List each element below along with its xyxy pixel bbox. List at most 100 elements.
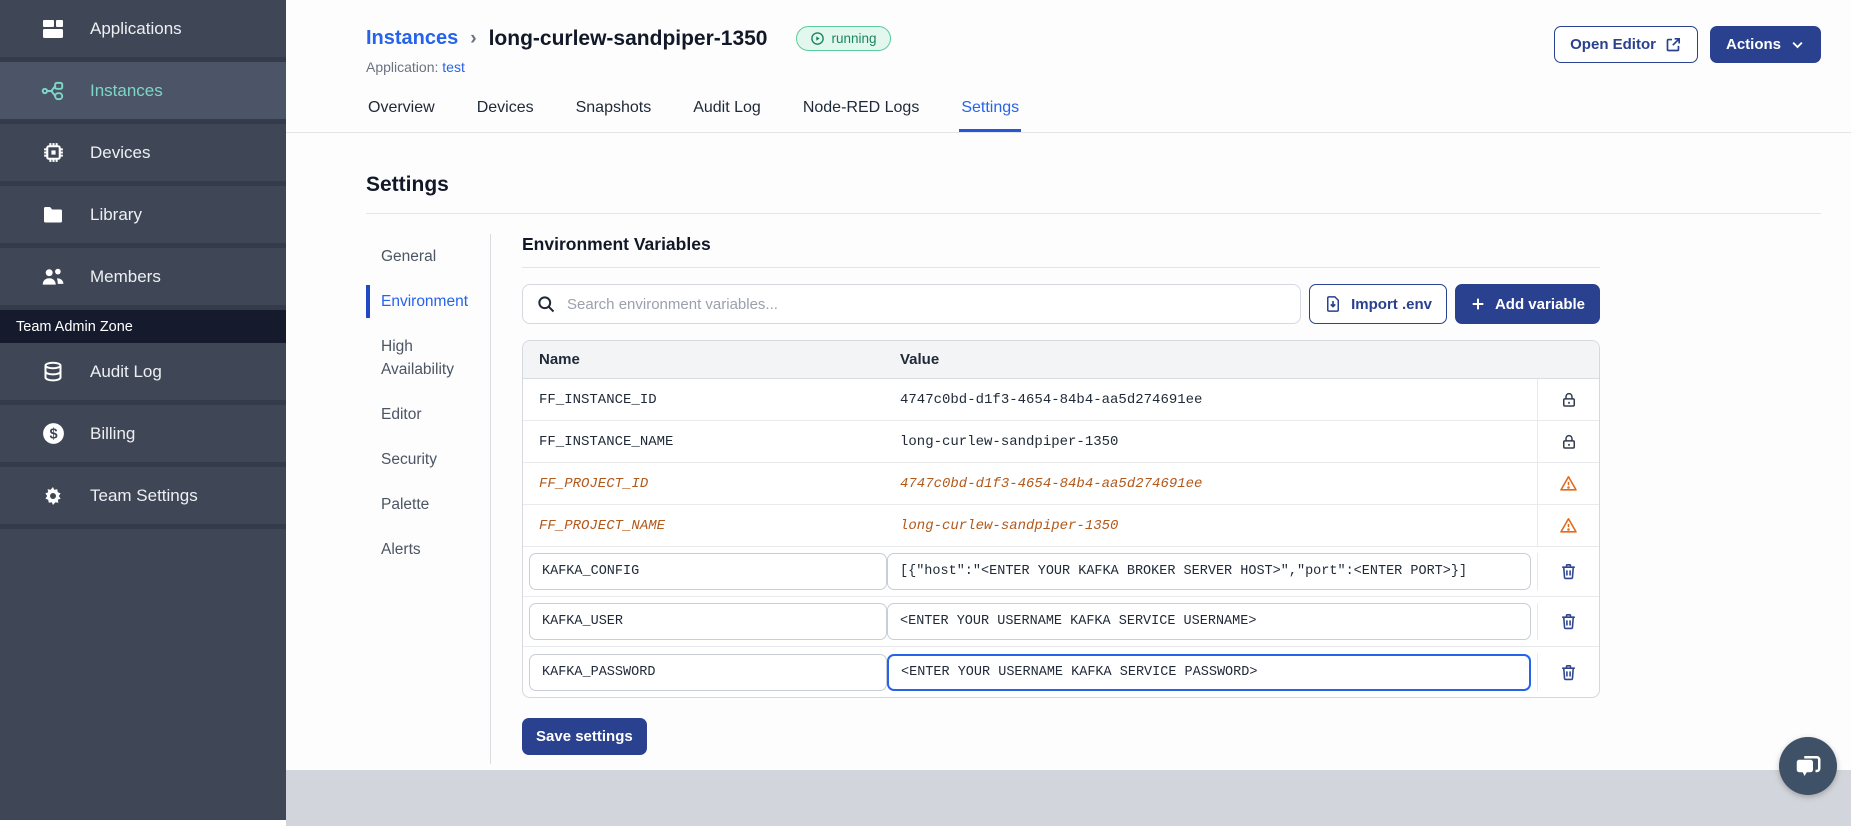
actions-button[interactable]: Actions <box>1709 26 1821 63</box>
chevron-down-icon <box>1792 41 1803 49</box>
lock-icon <box>1562 434 1575 449</box>
tab-devices[interactable]: Devices <box>475 89 536 132</box>
footer-band <box>286 770 1851 826</box>
subnav-item-editor[interactable]: Editor <box>366 392 480 437</box>
environment-toolbar: Import .env Add variable <box>522 284 1600 324</box>
subnav-item-security[interactable]: Security <box>366 437 480 482</box>
sidebar: Applications Instances Devices Library M… <box>0 0 286 820</box>
tab-overview[interactable]: Overview <box>366 89 437 132</box>
sidebar-item-label: Members <box>90 266 161 286</box>
sidebar-item-label: Devices <box>90 142 151 162</box>
env-var-value-input[interactable] <box>887 553 1531 590</box>
import-env-label: Import .env <box>1351 295 1432 313</box>
environment-table: Name Value FF_INSTANCE_ID 4747c0bd-d1f3-… <box>522 340 1600 698</box>
members-icon <box>40 264 66 290</box>
subnav-item-palette[interactable]: Palette <box>366 482 480 527</box>
status-badge-label: running <box>831 31 877 46</box>
status-badge: running <box>795 26 891 51</box>
table-row: FF_INSTANCE_NAME long-curlew-sandpiper-1… <box>523 421 1599 463</box>
delete-variable-button[interactable] <box>1559 562 1578 581</box>
table-row <box>523 597 1599 647</box>
instance-name: long-curlew-sandpiper-1350 <box>488 26 768 50</box>
lock-icon <box>1562 392 1575 407</box>
subnav-item-general[interactable]: General <box>366 234 480 279</box>
sidebar-item-label: Library <box>90 204 142 224</box>
chat-widget-button[interactable] <box>1779 737 1837 795</box>
save-settings-button[interactable]: Save settings <box>522 718 647 755</box>
env-var-name: FF_PROJECT_NAME <box>539 517 666 534</box>
env-var-name: FF_PROJECT_ID <box>539 475 649 492</box>
env-var-value: 4747c0bd-d1f3-4654-84b4-aa5d274691ee <box>900 391 1203 408</box>
tab-settings[interactable]: Settings <box>959 89 1022 132</box>
application-label: Application: <box>366 59 439 75</box>
application-link[interactable]: test <box>442 59 465 75</box>
delete-variable-button[interactable] <box>1559 663 1578 682</box>
subnav-item-environment[interactable]: Environment <box>366 279 480 324</box>
tab-snapshots[interactable]: Snapshots <box>574 89 654 132</box>
subnav-item-alerts[interactable]: Alerts <box>366 527 480 572</box>
sidebar-item-applications[interactable]: Applications <box>0 0 286 62</box>
column-header-name: Name <box>539 351 580 368</box>
sidebar-item-members[interactable]: Members <box>0 248 286 310</box>
subnav-divider <box>490 234 491 764</box>
delete-variable-button[interactable] <box>1559 612 1578 631</box>
env-var-value-input[interactable] <box>887 603 1531 640</box>
open-editor-button[interactable]: Open Editor <box>1554 26 1698 63</box>
library-icon <box>40 202 66 228</box>
environment-panel: Environment Variables Import .env Add va… <box>522 234 1600 755</box>
trash-icon <box>1562 563 1575 580</box>
env-var-value: long-curlew-sandpiper-1350 <box>900 517 1119 534</box>
sidebar-item-team-settings[interactable]: Team Settings <box>0 467 286 529</box>
table-row <box>523 647 1599 697</box>
sidebar-item-label: Billing <box>90 423 136 443</box>
settings-subnav: General Environment High Availability Ed… <box>366 234 480 572</box>
sidebar-item-devices[interactable]: Devices <box>0 124 286 186</box>
env-var-name-input[interactable] <box>529 603 887 640</box>
chat-icon <box>1796 756 1821 776</box>
billing-icon: $ <box>40 421 66 447</box>
instances-icon <box>40 78 66 104</box>
env-var-name-input[interactable] <box>529 653 887 691</box>
warning-icon <box>1560 475 1577 491</box>
sidebar-item-library[interactable]: Library <box>0 186 286 248</box>
tab-node-red-logs[interactable]: Node-RED Logs <box>801 89 922 132</box>
breadcrumb-instances-link[interactable]: Instances <box>366 27 458 50</box>
column-header-value: Value <box>900 351 940 368</box>
svg-text:$: $ <box>49 427 57 443</box>
search-box <box>522 284 1302 324</box>
sidebar-item-audit-log[interactable]: Audit Log <box>0 343 286 405</box>
import-env-icon <box>1327 296 1340 312</box>
search-icon <box>538 296 555 313</box>
add-variable-button[interactable]: Add variable <box>1454 284 1600 324</box>
sidebar-section-team-admin-zone: Team Admin Zone <box>0 310 286 343</box>
table-row: FF_INSTANCE_ID 4747c0bd-d1f3-4654-84b4-a… <box>523 379 1599 421</box>
table-row: FF_PROJECT_NAME long-curlew-sandpiper-13… <box>523 505 1599 547</box>
env-var-name-input[interactable] <box>529 553 887 590</box>
subnav-item-high-availability[interactable]: High Availability <box>366 324 480 392</box>
env-var-value: 4747c0bd-d1f3-4654-84b4-aa5d274691ee <box>900 475 1203 492</box>
search-input[interactable] <box>567 295 1288 313</box>
sidebar-item-label: Team Settings <box>90 485 198 505</box>
env-var-value: long-curlew-sandpiper-1350 <box>900 433 1119 450</box>
page-header: Instances › long-curlew-sandpiper-1350 r… <box>286 0 1851 75</box>
env-var-name: FF_INSTANCE_NAME <box>539 433 674 450</box>
sidebar-item-instances[interactable]: Instances <box>0 62 286 124</box>
sidebar-section-label: Team Admin Zone <box>16 318 133 335</box>
sidebar-item-billing[interactable]: $ Billing <box>0 405 286 467</box>
warning-icon <box>1560 517 1577 533</box>
applications-icon <box>40 16 66 42</box>
main-area: Instances › long-curlew-sandpiper-1350 r… <box>286 0 1851 770</box>
table-row: FF_PROJECT_ID 4747c0bd-d1f3-4654-84b4-aa… <box>523 463 1599 505</box>
instance-tabs: Overview Devices Snapshots Audit Log Nod… <box>286 89 1851 133</box>
plus-icon <box>1472 298 1484 310</box>
sidebar-item-label: Audit Log <box>90 361 162 381</box>
table-row <box>523 547 1599 597</box>
env-var-name: FF_INSTANCE_ID <box>539 391 657 408</box>
tab-audit-log[interactable]: Audit Log <box>691 89 763 132</box>
env-var-value-input[interactable] <box>887 653 1531 691</box>
trash-icon <box>1562 664 1575 680</box>
team-settings-icon <box>40 483 66 509</box>
table-header: Name Value <box>523 341 1599 379</box>
import-env-button[interactable]: Import .env <box>1309 284 1447 324</box>
open-editor-label: Open Editor <box>1570 36 1656 53</box>
